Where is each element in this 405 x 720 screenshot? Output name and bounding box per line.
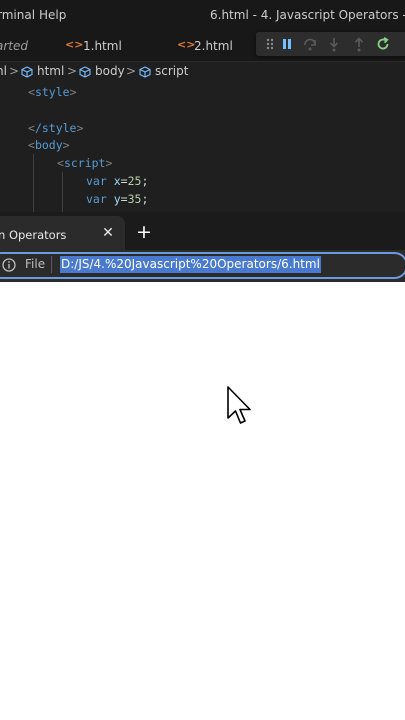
tab-label: 1.html [83,39,122,53]
code-line-script-open: <script> [57,156,113,170]
address-separator [51,256,52,273]
indent-guide [33,154,34,212]
tab-label: 2.html [194,39,233,53]
code-line-style-close: </style> [28,121,84,135]
tab-label: arted [0,39,28,53]
new-tab-button[interactable]: + [135,223,153,242]
step-out-icon[interactable] [351,36,367,52]
browser-tab-strip: n Operators ✕ [0,212,405,250]
code-icon: <> [65,38,84,51]
symbol-element-icon [79,66,91,78]
window-title: 6.html - 4. Javascript Operators - Visua… [210,8,405,22]
indent-guide [62,172,63,212]
menu-terminal[interactable]: rminal [0,8,35,22]
breadcrumb-item-script[interactable]: script [155,64,188,78]
tab-get-started[interactable]: arted [0,30,52,61]
vscode-window: rminal Help 6.html - 4. Javascript Opera… [0,0,405,212]
breadcrumb-separator: > [9,64,20,78]
tab-1-html[interactable]: <> 1.html [56,30,166,61]
code-line-style-open: <style> [28,85,77,99]
breadcrumb: nl > html > body > script [0,62,405,82]
code-line-var-y: var y=35; [86,192,149,206]
debug-toolbar [256,32,405,56]
browser-tab-title: n Operators [0,228,67,242]
code-editor[interactable]: <style> </style> <body> <script> var x=2… [0,82,405,212]
breadcrumb-item-file[interactable]: nl [0,64,7,78]
code-icon: <> [177,38,196,51]
info-icon[interactable] [2,257,16,272]
tab-2-html[interactable]: <> 2.html [168,30,258,61]
step-into-icon[interactable] [326,36,342,52]
code-line-var-x: var x=25; [86,174,149,188]
page-content [0,282,405,720]
breadcrumb-separator: > [67,64,78,78]
menu-bar: rminal Help 6.html - 4. Javascript Opera… [0,0,405,30]
restart-icon[interactable] [375,36,391,52]
close-tab-icon[interactable]: ✕ [100,225,116,241]
breadcrumb-item-body[interactable]: body [95,64,125,78]
gripper-icon[interactable] [262,36,278,52]
step-over-icon[interactable] [302,36,318,52]
breadcrumb-item-html[interactable]: html [37,64,64,78]
menu-help[interactable]: Help [39,8,66,22]
symbol-element-icon [21,66,33,78]
browser-tab-active[interactable]: n Operators ✕ [0,216,125,250]
url-text[interactable]: D:/JS/4.%20Javascript%20Operators/6.html [60,256,321,273]
pause-icon[interactable] [279,36,295,52]
scheme-label: File [25,257,46,271]
symbol-element-icon [139,66,151,78]
mouse-cursor-icon [227,386,251,424]
code-line-body-open: <body> [28,138,70,152]
breadcrumb-separator: > [126,64,137,78]
